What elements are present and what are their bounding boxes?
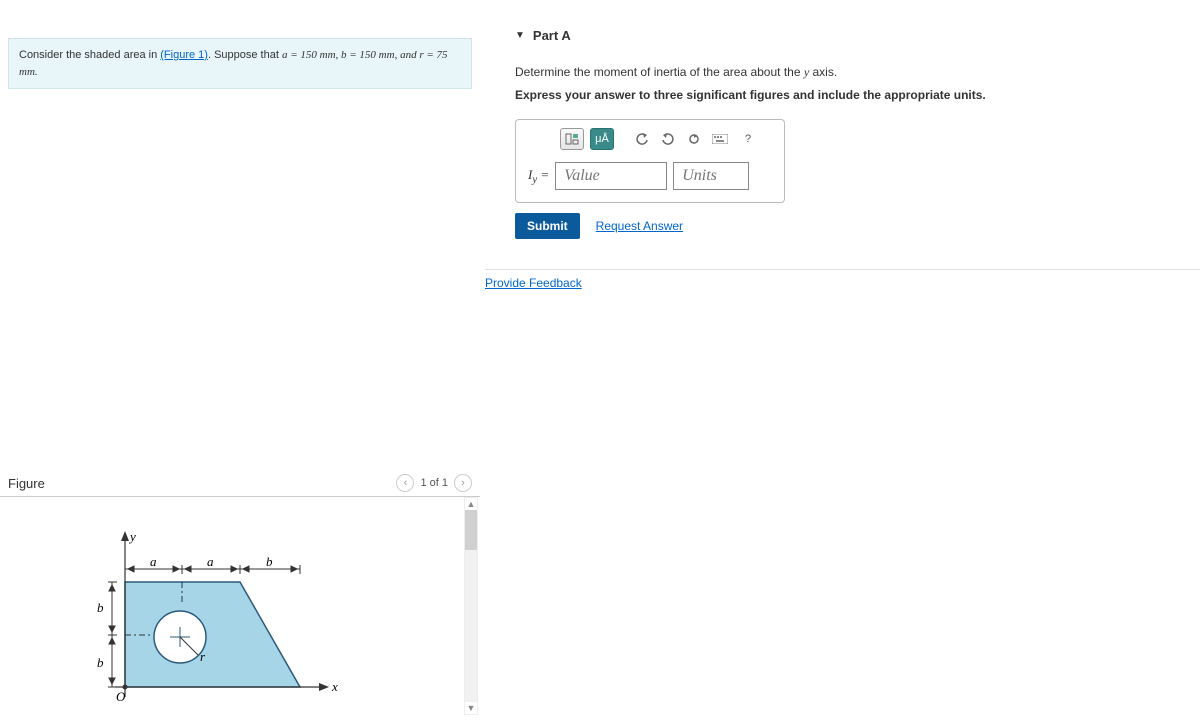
figure-svg: y x O [0,497,460,717]
scroll-up-icon: ▲ [467,498,476,510]
problem-text-pre: Consider the shaded area in [19,49,160,61]
q1-post: axis. [809,65,837,79]
figure-scrollbar[interactable]: ▲ ▼ [464,497,478,715]
value-input[interactable] [555,162,667,190]
figure-prev-button[interactable]: ‹ [396,474,414,492]
units-input[interactable] [673,162,749,190]
part-a-header[interactable]: ▼ Part A [485,0,1200,51]
dim-a2: a [207,554,214,569]
undo-icon [635,133,649,145]
help-button[interactable]: ? [736,128,760,150]
figure-next-button[interactable]: › [454,474,472,492]
axis-y-label: y [128,529,136,544]
question-line1: Determine the moment of inertia of the a… [515,63,1200,82]
q1-pre: Determine the moment of inertia of the a… [515,65,804,79]
figure-link[interactable]: (Figure 1) [160,49,208,61]
question-line2: Express your answer to three significant… [515,86,1200,105]
collapse-icon: ▼ [515,30,525,41]
answer-box: μÅ ? Iy = [515,119,785,203]
undo-button[interactable] [632,128,652,150]
submit-button[interactable]: Submit [515,213,580,239]
template-tool-button[interactable] [560,128,584,150]
units-sym: μÅ [595,133,609,145]
reset-button[interactable] [684,128,704,150]
dim-b-top: b [266,554,273,569]
part-a-title: Part A [533,28,571,43]
keyboard-button[interactable] [710,128,730,150]
reset-icon [687,133,701,145]
redo-icon [661,133,675,145]
problem-statement: Consider the shaded area in (Figure 1). … [8,38,472,89]
figure-title: Figure [8,476,45,491]
help-label: ? [745,133,751,145]
dim-b-left1: b [97,600,104,615]
units-tool-button[interactable]: μÅ [590,128,614,150]
scroll-down-icon: ▼ [467,702,476,714]
problem-text-post: . Suppose that [208,49,282,61]
redo-button[interactable] [658,128,678,150]
request-answer-link[interactable]: Request Answer [596,219,683,233]
dim-b-left2: b [97,655,104,670]
dim-a1: a [150,554,157,569]
answer-var-label: Iy = [528,167,549,186]
keyboard-icon [712,134,728,144]
figure-pager: 1 of 1 [420,477,448,489]
axis-x-label: x [331,679,338,694]
provide-feedback-link[interactable]: Provide Feedback [485,276,582,290]
figure-panel: Figure ‹ 1 of 1 › y [0,470,480,717]
